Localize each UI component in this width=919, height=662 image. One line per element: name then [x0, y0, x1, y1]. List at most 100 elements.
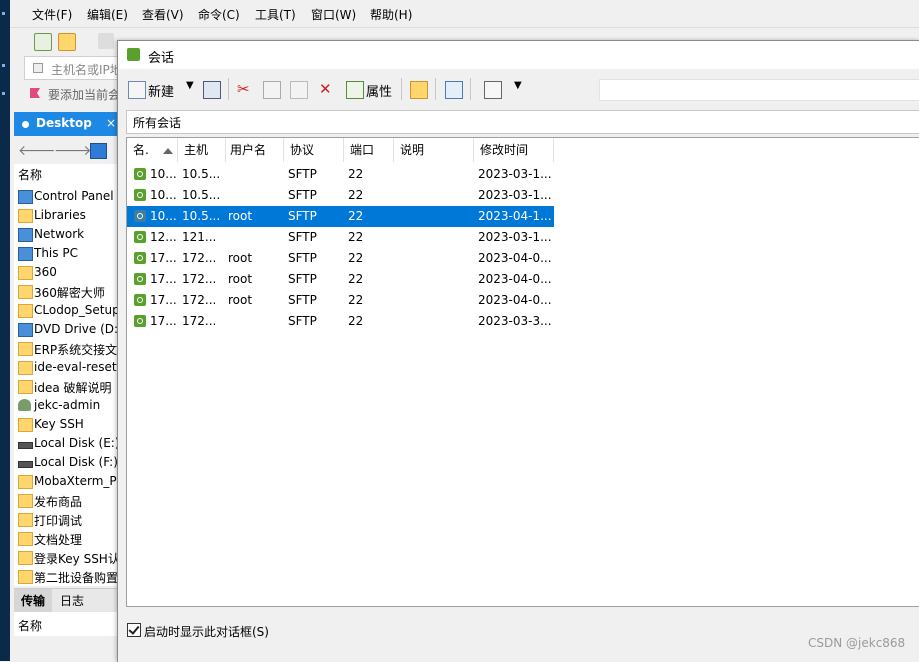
cut-button[interactable]: ✂	[237, 80, 253, 98]
file-list-item[interactable]: ERP系统交接文	[16, 339, 118, 358]
folder-icon	[18, 304, 33, 318]
menu-tools[interactable]: 工具(T)	[255, 6, 296, 23]
column-header-port[interactable]: 端口	[344, 138, 394, 162]
session-filter-input[interactable]	[599, 79, 919, 101]
open-folder-icon[interactable]	[58, 33, 76, 51]
file-list-item[interactable]: Network	[16, 225, 118, 244]
tab-transfer[interactable]: 传输	[14, 589, 52, 613]
save-session-button[interactable]	[203, 80, 221, 99]
column-header-username[interactable]: 用户名	[224, 138, 284, 162]
sessions-table[interactable]: 名. 主机 用户名 协议 端口 说明 修改时间 10... 10.5... SFTP…	[126, 137, 919, 607]
folder-icon	[18, 570, 33, 584]
file-list-item[interactable]: Key SSH	[16, 415, 118, 434]
sftp-session-icon	[134, 189, 146, 201]
file-list-item[interactable]: 登录Key SSH认	[16, 548, 118, 567]
file-list-item[interactable]: idea 破解说明	[16, 377, 118, 396]
folder-icon	[18, 532, 33, 546]
forward-arrow-icon[interactable]: 🡒	[54, 142, 92, 159]
file-list-item[interactable]: DVD Drive (D:) S	[16, 320, 118, 339]
pc-icon[interactable]	[90, 143, 107, 159]
sftp-session-icon	[134, 294, 146, 306]
properties-button[interactable]: 属性	[346, 80, 416, 100]
folder-icon	[18, 342, 33, 356]
cell-port: 22	[348, 188, 364, 202]
drive-icon	[18, 442, 33, 449]
table-row[interactable]: 17... 172... root SFTP 22 2023-04-0...	[127, 290, 554, 311]
file-name: Local Disk (F:)	[34, 455, 118, 469]
session-scope-bar[interactable]: 所有会话	[126, 110, 919, 134]
menu-command[interactable]: 命令(C)	[198, 6, 240, 23]
local-file-list[interactable]: 名称 Control Panel Libraries Network This PC 3…	[14, 164, 119, 586]
file-list-item[interactable]: MobaXterm_Po	[16, 472, 119, 491]
table-row[interactable]: 17... 172... SFTP 22 2023-03-3...	[127, 311, 554, 332]
new-icon	[128, 81, 146, 99]
delete-button[interactable]: ✕	[319, 80, 335, 98]
menu-help[interactable]: 帮助(H)	[370, 6, 412, 23]
menu-window[interactable]: 窗口(W)	[311, 6, 356, 23]
file-list-item[interactable]: 第二批设备购置	[16, 567, 119, 586]
connect-icon[interactable]	[98, 33, 114, 49]
transfer-name-column[interactable]: 名称	[18, 617, 42, 634]
file-list-item[interactable]: This PC	[16, 244, 118, 263]
show-on-startup-checkbox[interactable]: 启动时显示此对话框(S)	[126, 621, 426, 641]
close-icon[interactable]: ×	[106, 116, 116, 130]
lock-icon	[33, 63, 43, 73]
view-mode-button[interactable]	[484, 80, 502, 99]
menu-file[interactable]: 文件(F)	[32, 6, 72, 23]
toolbar-separator	[228, 78, 229, 100]
file-list-item[interactable]: 打印调试	[16, 510, 118, 529]
file-name: jekc-admin	[34, 398, 101, 412]
cell-name: 10...	[150, 188, 177, 202]
cell-name: 12...	[150, 230, 177, 244]
file-list-header[interactable]: 名称	[18, 166, 42, 183]
cell-name: 10...	[150, 209, 177, 223]
column-header-protocol[interactable]: 协议	[284, 138, 344, 162]
column-header-host[interactable]: 主机	[178, 138, 226, 162]
copy-button[interactable]	[263, 80, 281, 99]
file-name: 文档处理	[34, 533, 83, 547]
paste-button[interactable]	[290, 80, 308, 99]
file-list-item[interactable]: Local Disk (E:)	[16, 434, 118, 453]
table-row[interactable]: 17... 172... root SFTP 22 2023-04-0...	[127, 248, 554, 269]
file-name: 第二批设备购置	[34, 571, 119, 585]
table-row[interactable]: 10... 10.5... root SFTP 22 2023-04-1...	[127, 206, 554, 227]
file-list-item[interactable]: CLodop_Setup_f	[16, 301, 118, 320]
file-list-item[interactable]: Local Disk (F:)	[16, 453, 118, 472]
back-arrow-icon[interactable]: 🡐	[18, 142, 56, 159]
cell-port: 22	[348, 167, 364, 181]
desktop-edge	[0, 0, 10, 661]
cell-host: 172...	[182, 272, 217, 286]
table-row[interactable]: 12... 121... SFTP 22 2023-03-1...	[127, 227, 554, 248]
table-row[interactable]: 10... 10.5... SFTP 22 2023-03-1...	[127, 185, 554, 206]
file-list-item[interactable]: jekc-admin	[16, 396, 118, 415]
tab-desktop[interactable]: Desktop ×	[14, 112, 118, 136]
tab-log[interactable]: 日志	[60, 589, 84, 613]
column-header-name[interactable]: 名.	[127, 138, 178, 162]
file-list-item[interactable]: 文档处理	[16, 529, 118, 548]
file-list-item[interactable]: 360	[16, 263, 118, 282]
table-row[interactable]: 17... 172... root SFTP 22 2023-04-0...	[127, 269, 554, 290]
file-list-item[interactable]: 360解密大师	[16, 282, 118, 301]
view-dropdown-button[interactable]: ▼	[514, 80, 524, 98]
file-list-item[interactable]: ide-eval-resette	[16, 358, 118, 377]
checkbox-checked-icon[interactable]	[127, 623, 141, 637]
file-name: MobaXterm_Po	[34, 474, 119, 488]
menu-view[interactable]: 查看(V)	[142, 6, 184, 23]
file-list-item[interactable]: 发布商品	[16, 491, 118, 510]
new-dropdown-button[interactable]: ▼	[186, 80, 196, 98]
file-name: 360解密大师	[34, 286, 105, 300]
new-folder-button[interactable]	[410, 80, 428, 99]
new-session-icon[interactable]	[34, 33, 52, 51]
column-header-modified[interactable]: 修改时间	[474, 138, 554, 162]
export-button[interactable]	[445, 80, 463, 99]
file-name: Control Panel	[34, 189, 114, 203]
table-row[interactable]: 10... 10.5... SFTP 22 2023-03-1...	[127, 164, 554, 185]
file-list-item[interactable]: Libraries	[16, 206, 118, 225]
column-header-name-label: 名.	[133, 143, 149, 157]
file-list-item[interactable]: Control Panel	[16, 187, 118, 206]
desktop-icon-mark	[2, 92, 5, 95]
menu-edit[interactable]: 编辑(E)	[87, 6, 128, 23]
transfer-list-header: 名称	[14, 612, 118, 636]
file-name: This PC	[34, 246, 78, 260]
column-header-description[interactable]: 说明	[394, 138, 474, 162]
